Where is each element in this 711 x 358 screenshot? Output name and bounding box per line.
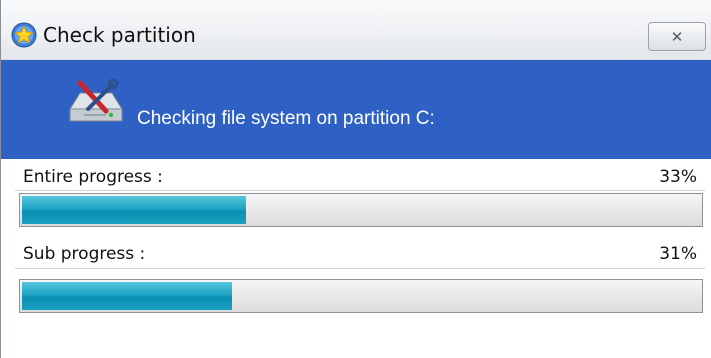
status-message: Checking file system on partition C: — [137, 108, 435, 129]
sub-progress-fill — [22, 282, 233, 310]
entire-progress-label: Entire progress : — [23, 167, 163, 187]
sub-progress-bar — [19, 279, 703, 313]
divider — [15, 190, 705, 191]
disk-check-icon — [66, 78, 126, 127]
title-bar[interactable]: Check partition ✕ — [1, 0, 711, 60]
sub-progress-percent: 31% — [659, 244, 697, 264]
sub-progress-label: Sub progress : — [23, 244, 146, 264]
entire-progress-bar — [19, 193, 703, 227]
status-header: Checking file system on partition C: — [1, 60, 711, 159]
close-icon: ✕ — [670, 27, 684, 46]
entire-progress-percent: 33% — [659, 167, 697, 187]
entire-progress-fill — [22, 196, 246, 224]
close-button[interactable]: ✕ — [648, 22, 706, 51]
window-title: Check partition — [43, 23, 196, 47]
app-star-icon — [11, 22, 37, 48]
check-partition-dialog: Check partition ✕ Checking file system o… — [0, 0, 711, 358]
divider — [15, 268, 705, 269]
